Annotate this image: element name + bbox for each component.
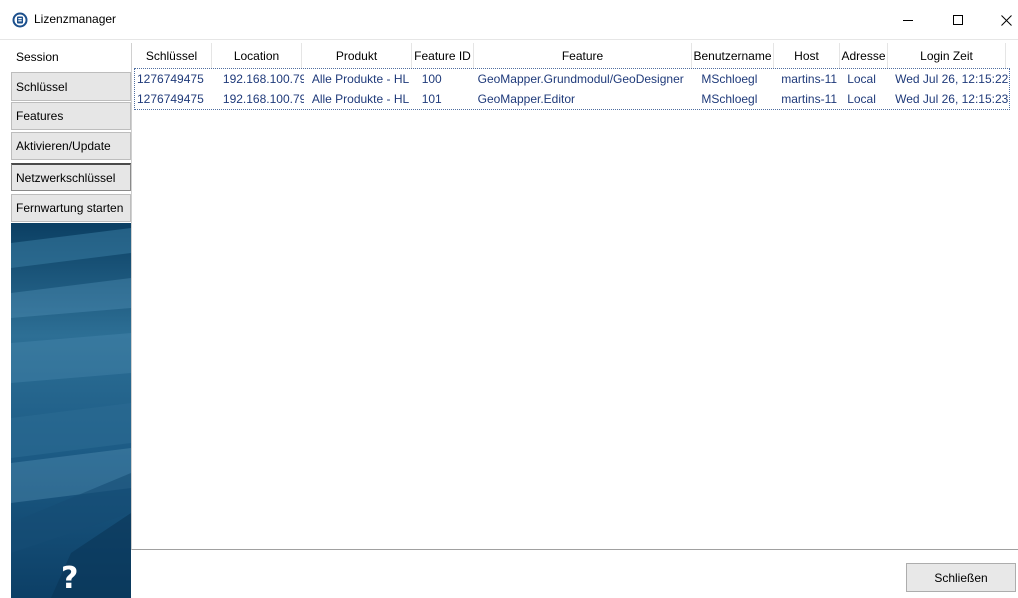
close-icon: [1000, 14, 1012, 26]
cell-product: Alle Produkte - HL: [311, 72, 410, 86]
maximize-button[interactable]: [936, 0, 980, 40]
session-table: Schlüssel Location Produkt Feature ID Fe…: [131, 43, 1018, 550]
maximize-icon: [953, 15, 963, 25]
cell-host: martins-11: [781, 72, 838, 86]
window-title: Lizenzmanager: [34, 12, 117, 26]
column-header-key[interactable]: Schlüssel: [132, 43, 212, 68]
cell-username: MSchloegl: [701, 72, 758, 86]
column-header-feature[interactable]: Feature: [474, 43, 692, 68]
sidebar-item-label: Features: [16, 109, 64, 123]
cell-feature: GeoMapper.Grundmodul/GeoDesigner: [477, 72, 684, 86]
cell-location: 192.168.100.79: [222, 72, 304, 86]
close-button-label: Schließen: [934, 570, 988, 585]
cell-address: Local: [847, 92, 876, 106]
sidebar-item-label: Schlüssel: [16, 79, 68, 94]
close-button[interactable]: Schließen: [906, 563, 1016, 592]
sidebar-item-features[interactable]: Features: [11, 102, 131, 130]
column-header-location[interactable]: Location: [212, 43, 302, 68]
sidebar-item-remote-maintenance[interactable]: Fernwartung starten: [11, 194, 131, 222]
help-icon[interactable]: ?: [61, 561, 78, 596]
table-row[interactable]: 1276749475 192.168.100.79 Alle Produkte …: [135, 69, 1009, 89]
column-header-host[interactable]: Host: [774, 43, 840, 68]
column-header-product[interactable]: Produkt: [302, 43, 412, 68]
sidebar-item-label: Fernwartung starten: [16, 201, 124, 215]
title-bar: Lizenzmanager: [0, 0, 1018, 40]
minimize-icon: [903, 20, 913, 21]
table-row[interactable]: 1276749475 192.168.100.79 Alle Produkte …: [135, 89, 1009, 109]
sidebar-item-network-key[interactable]: Netzwerkschlüssel: [11, 163, 131, 191]
sidebar-item-activate-update[interactable]: Aktivieren/Update: [11, 132, 131, 160]
cell-key: 1276749475: [137, 92, 204, 106]
column-header-feature-id[interactable]: Feature ID: [412, 43, 474, 68]
cell-product: Alle Produkte - HL: [311, 92, 410, 106]
cell-feature-id: 101: [421, 92, 442, 106]
table-body: 1276749475 192.168.100.79 Alle Produkte …: [134, 68, 1010, 110]
sidebar: Session Schlüssel Features Aktivieren/Up…: [11, 43, 131, 598]
cell-location: 192.168.100.79: [222, 92, 304, 106]
column-header-login-time[interactable]: Login Zeit: [888, 43, 1006, 68]
sidebar-item-session[interactable]: Session: [11, 43, 131, 71]
cell-login-time: Wed Jul 26, 12:15:23: [895, 92, 1009, 106]
column-header-username[interactable]: Benutzername: [692, 43, 774, 68]
cell-feature-id: 100: [421, 72, 442, 86]
sidebar-item-keys[interactable]: Schlüssel: [11, 72, 131, 101]
sidebar-picture: [11, 223, 131, 598]
column-header-address[interactable]: Adresse: [840, 43, 888, 68]
cell-username: MSchloegl: [701, 92, 758, 106]
table-header: Schlüssel Location Produkt Feature ID Fe…: [132, 43, 1012, 68]
sidebar-background-image: ?: [11, 223, 131, 598]
sidebar-item-label: Aktivieren/Update: [16, 139, 111, 153]
cell-key: 1276749475: [137, 72, 204, 86]
cell-login-time: Wed Jul 26, 12:15:22: [895, 72, 1009, 86]
cell-host: martins-11: [781, 92, 838, 106]
license-manager-icon: [12, 12, 28, 28]
cell-feature: GeoMapper.Editor: [477, 92, 576, 106]
close-window-button[interactable]: [984, 0, 1018, 40]
cell-address: Local: [847, 72, 876, 86]
minimize-button[interactable]: [886, 0, 930, 40]
sidebar-item-label: Netzwerkschlüssel: [16, 170, 116, 185]
sidebar-item-label: Session: [16, 50, 59, 64]
